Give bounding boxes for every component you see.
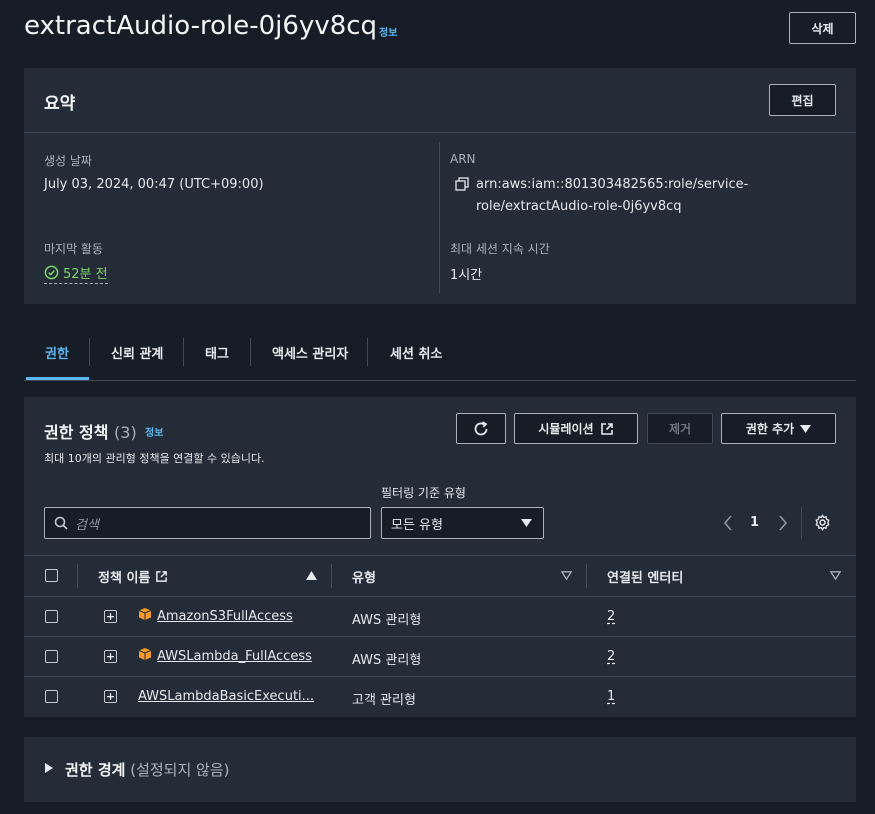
row-checkbox[interactable] xyxy=(45,650,58,663)
table-header-border xyxy=(24,596,856,597)
pagination-divider xyxy=(801,507,802,539)
policy-name-link[interactable]: AmazonS3FullAccess xyxy=(157,609,293,624)
max-session-label: 최대 세션 지속 시간 xyxy=(450,242,550,256)
type-filter-value: 모든 유형 xyxy=(391,517,443,533)
policy-name-link[interactable]: AWSLambda_FullAccess xyxy=(157,649,312,664)
max-session-value: 1시간 xyxy=(450,268,483,283)
policy-type: AWS 관리형 xyxy=(352,613,422,628)
last-activity-value: 52분 전 xyxy=(63,267,108,282)
row-checkbox[interactable] xyxy=(45,690,58,703)
type-filter-select[interactable]: 모든 유형 xyxy=(381,507,544,539)
permissions-title-text: 권한 정책 xyxy=(44,423,109,442)
caret-down-icon xyxy=(800,424,812,433)
copy-icon[interactable] xyxy=(455,177,469,191)
simulate-label: 시뮬레이션 xyxy=(538,422,594,436)
created-value: July 03, 2024, 00:47 (UTC+09:00) xyxy=(44,177,264,192)
tab-revoke-sessions[interactable]: 세션 취소 xyxy=(390,343,442,362)
last-activity-status[interactable]: 52분 전 xyxy=(44,263,108,284)
tab-separator xyxy=(89,338,90,366)
tab-access-advisor[interactable]: 액세스 관리자 xyxy=(272,343,348,362)
summary-divider xyxy=(24,132,856,133)
sort-caret-icon[interactable] xyxy=(561,571,572,580)
tab-separator xyxy=(183,338,184,366)
permissions-count: (3) xyxy=(114,423,137,442)
sort-caret-icon[interactable] xyxy=(830,571,841,580)
attached-entities-count[interactable]: 2 xyxy=(607,649,615,664)
column-divider xyxy=(586,564,587,588)
policy-type: AWS 관리형 xyxy=(352,653,422,668)
column-header-policy-name[interactable]: 정책 이름 xyxy=(98,567,168,586)
refresh-icon xyxy=(474,420,488,435)
arn-label: ARN xyxy=(450,152,476,166)
search-icon xyxy=(54,516,68,530)
refresh-button[interactable] xyxy=(456,413,506,444)
permissions-panel xyxy=(24,397,856,717)
tab-separator xyxy=(250,338,251,366)
title-info-link[interactable]: 정보 xyxy=(379,24,397,39)
row-divider xyxy=(24,636,856,637)
caret-right-icon[interactable] xyxy=(45,763,53,773)
gear-icon[interactable] xyxy=(814,514,831,531)
delete-button[interactable]: 삭제 xyxy=(789,12,856,44)
column-header-attached-entities[interactable]: 연결된 엔터티 xyxy=(607,567,683,586)
summary-title: 요약 xyxy=(44,94,76,114)
row-checkbox[interactable] xyxy=(45,610,58,623)
aws-managed-icon xyxy=(138,648,152,660)
column-header-type[interactable]: 유형 xyxy=(352,567,376,586)
boundary-title-text: 권한 경계 xyxy=(65,761,126,779)
policy-type: 고객 관리형 xyxy=(352,693,416,708)
column-divider xyxy=(77,564,78,588)
arn-value-line2: role/extractAudio-role-0j6yv8cq xyxy=(476,199,682,214)
permissions-title: 권한 정책 (3) xyxy=(44,419,137,443)
tab-permissions[interactable]: 권한 xyxy=(45,343,69,362)
last-activity-label: 마지막 활동 xyxy=(44,242,104,256)
expand-icon[interactable]: + xyxy=(104,690,117,703)
select-all-checkbox[interactable] xyxy=(45,569,58,582)
summary-column-divider xyxy=(439,142,440,293)
boundary-status: (설정되지 않음) xyxy=(130,761,230,779)
row-divider xyxy=(24,676,856,677)
attached-entities-count[interactable]: 2 xyxy=(607,609,615,624)
permissions-info-link[interactable]: 정보 xyxy=(145,424,163,439)
sort-ascending-icon[interactable] xyxy=(306,571,317,580)
active-tab-indicator xyxy=(26,377,89,380)
page-number[interactable]: 1 xyxy=(750,515,759,530)
permissions-subtitle: 최대 10개의 관리형 정책을 연결할 수 있습니다. xyxy=(44,452,265,465)
arn-value-line1: arn:aws:iam::801303482565:role/service- xyxy=(476,177,749,192)
external-link-icon xyxy=(600,422,613,435)
table-top-border xyxy=(24,555,856,556)
tab-tags[interactable]: 태그 xyxy=(205,343,229,362)
chevron-left-icon[interactable] xyxy=(723,515,733,531)
external-link-icon xyxy=(156,571,168,582)
search-input[interactable]: 검색 xyxy=(44,507,371,539)
tab-trust-relationships[interactable]: 신뢰 관계 xyxy=(111,343,163,362)
policy-name-header-label: 정책 이름 xyxy=(98,571,151,586)
aws-managed-icon xyxy=(138,608,152,620)
tabs-underline xyxy=(24,380,856,381)
filter-type-label: 필터링 기준 유형 xyxy=(381,486,466,500)
remove-button[interactable]: 제거 xyxy=(647,413,713,444)
page-title: extractAudio-role-0j6yv8cq xyxy=(24,11,378,41)
check-circle-icon xyxy=(44,265,59,280)
search-placeholder: 검색 xyxy=(75,517,99,533)
caret-down-icon xyxy=(521,519,532,527)
attached-entities-count[interactable]: 1 xyxy=(607,689,615,704)
expand-icon[interactable]: + xyxy=(104,650,117,663)
add-permissions-label: 권한 추가 xyxy=(745,422,795,436)
chevron-right-icon[interactable] xyxy=(778,515,788,531)
expand-icon[interactable]: + xyxy=(104,610,117,623)
tab-separator xyxy=(367,338,368,366)
created-label: 생성 날짜 xyxy=(44,154,92,168)
column-divider xyxy=(331,564,332,588)
simulate-button[interactable]: 시뮬레이션 xyxy=(514,413,638,444)
edit-button[interactable]: 편집 xyxy=(769,84,836,116)
add-permissions-button[interactable]: 권한 추가 xyxy=(721,413,836,444)
permissions-boundary-title[interactable]: 권한 경계 (설정되지 않음) xyxy=(65,759,230,780)
policy-name-link[interactable]: AWSLambdaBasicExecuti... xyxy=(138,689,314,704)
